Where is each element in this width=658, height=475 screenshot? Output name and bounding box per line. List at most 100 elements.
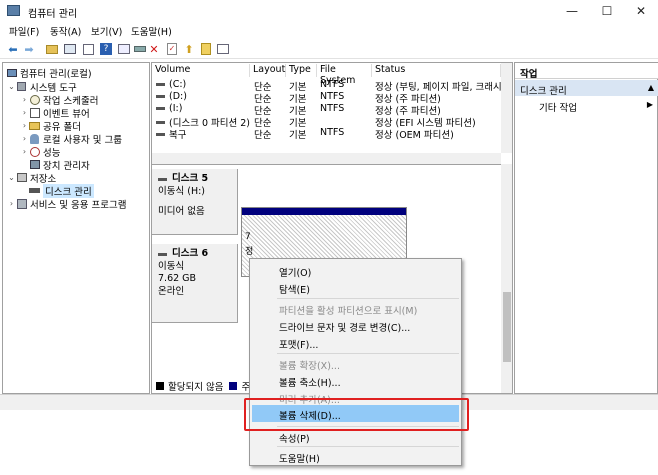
column-header-status[interactable]: Status (372, 64, 501, 77)
table-row[interactable]: 복구 단순 기본 NTFS 정상 (OEM 파티션) (152, 127, 501, 141)
navigation-tree: 컴퓨터 관리(로컬) ⌄ 시스템 도구 › 작업 스케줄러 › 이벤트 뷰어 ›… (2, 62, 150, 394)
minimize-button[interactable]: — (558, 2, 586, 20)
tree-item-local-users[interactable]: › 로컬 사용자 및 그룹 (20, 132, 122, 146)
horizontal-scrollbar[interactable] (152, 153, 501, 164)
menu-help[interactable]: 도움말(H) (131, 24, 172, 38)
legend: 할당되지 않음 주 (156, 379, 250, 393)
properties-icon[interactable] (81, 42, 95, 56)
table-row[interactable]: (D:) 단순 기본 NTFS 정상 (주 파티션) (152, 91, 501, 105)
tree-item-storage[interactable]: ⌄ 저장소 (7, 171, 56, 185)
column-header-file-system[interactable]: File System (317, 64, 372, 86)
connect-icon[interactable] (133, 42, 147, 56)
performance-icon (29, 146, 40, 157)
users-icon (29, 133, 40, 144)
maximize-button[interactable]: ☐ (593, 2, 621, 20)
tree-item-shared-folders[interactable]: › 공유 폴더 (20, 119, 81, 133)
expand-icon[interactable]: ⌄ (7, 173, 16, 182)
tools-icon (16, 81, 27, 92)
primary-partition-bar (242, 208, 406, 215)
close-button[interactable]: ✕ (627, 2, 655, 20)
disk-icon (158, 177, 167, 181)
table-row[interactable]: (C:) 단순 기본 NTFS 정상 (부팅, 페이지 파일, 크래시 덤 (152, 79, 512, 93)
wizard-icon[interactable] (199, 42, 213, 56)
menu-separator (277, 446, 459, 447)
menu-item-mark-active: 파티션을 활성 파티션으로 표시(M) (279, 306, 418, 317)
help-icon[interactable]: ? (99, 42, 113, 56)
volume-list-scrollbar[interactable] (501, 63, 512, 153)
disk-5-label[interactable]: 디스크 5 이동식 (H:) 미디어 없음 (152, 169, 238, 235)
annotation-highlight-box (244, 398, 469, 431)
drive-icon (156, 95, 165, 98)
show-tree-icon[interactable] (63, 42, 77, 56)
menu-item-help[interactable]: 도움말(H) (252, 448, 459, 465)
tree-item-services-apps[interactable]: › 서비스 및 응용 프로그램 (7, 197, 126, 211)
table-row[interactable]: (디스크 0 파티션 2) 단순 기본 정상 (EFI 시스템 파티션) (152, 115, 501, 129)
menu-item-change-drive-letter[interactable]: 드라이브 문자 및 경로 변경(C)... (252, 317, 459, 334)
expand-icon[interactable]: › (20, 95, 29, 104)
volume-list: Volume Layout Type File System Status (C… (152, 63, 512, 153)
column-header-volume[interactable]: Volume (152, 64, 250, 77)
export-icon[interactable]: ⬆ (182, 42, 196, 56)
column-header-type[interactable]: Type (286, 64, 317, 77)
menu-item-format[interactable]: 포맷(F)... (252, 334, 459, 351)
actions-section-disk-management[interactable]: 디스크 관리 ▲ (515, 80, 658, 97)
toolbar: ⬅ ➡ ? ✕ ✓ ⬆ (0, 39, 658, 59)
device-manager-icon (29, 159, 40, 170)
storage-icon (16, 172, 27, 183)
shared-folder-icon (29, 120, 40, 131)
actions-pane: 작업 디스크 관리 ▲ 기타 작업 ▶ (514, 62, 658, 394)
disk-icon (158, 252, 167, 256)
tree-item-event-viewer[interactable]: › 이벤트 뷰어 (20, 106, 90, 120)
drive-icon (156, 83, 165, 86)
disk-6-label[interactable]: 디스크 6 이동식 7.62 GB 온라인 (152, 244, 238, 323)
tree-item-disk-management[interactable]: 디스크 관리 (20, 183, 94, 198)
menu-item-shrink-volume[interactable]: 볼륨 축소(H)... (252, 372, 459, 389)
menu-file[interactable]: 파일(F) (9, 24, 39, 38)
column-header-layout[interactable]: Layout (250, 64, 286, 77)
tree-item-root[interactable]: 컴퓨터 관리(로컬) (6, 66, 92, 80)
menu-separator (277, 353, 459, 354)
disk-management-icon (29, 185, 40, 196)
expand-icon[interactable]: › (20, 147, 29, 156)
menu-item-explore[interactable]: 탐색(E) (252, 279, 459, 296)
computer-icon (6, 67, 17, 78)
delete-icon[interactable]: ✕ (147, 42, 161, 56)
table-row[interactable]: (I:) 단순 기본 NTFS 정상 (주 파티션) (152, 103, 501, 117)
context-menu: 열기(O) 탐색(E) 파티션을 활성 파티션으로 표시(M) 드라이브 문자 … (249, 258, 462, 466)
forward-arrow-icon[interactable]: ➡ (22, 42, 36, 56)
menu-separator (277, 298, 459, 299)
tree-item-task-scheduler[interactable]: › 작업 스케줄러 (20, 93, 98, 107)
menu-action[interactable]: 동작(A) (50, 24, 81, 38)
back-arrow-icon[interactable]: ⬅ (6, 42, 20, 56)
menu-item-open[interactable]: 열기(O) (252, 262, 459, 279)
collapse-up-icon[interactable]: ▲ (648, 83, 654, 92)
unallocated-swatch (156, 382, 164, 390)
expand-icon[interactable]: › (20, 134, 29, 143)
title-bar: 컴퓨터 관리 — ☐ ✕ (0, 0, 658, 22)
menu-view[interactable]: 보기(V) (91, 24, 122, 38)
tree-item-performance[interactable]: › 성능 (20, 145, 60, 159)
more-actions-item[interactable]: 기타 작업 ▶ (515, 99, 658, 114)
disk-view-scrollbar[interactable] (501, 164, 512, 393)
expand-icon[interactable]: ⌄ (7, 82, 16, 91)
services-icon (16, 198, 27, 209)
expand-icon[interactable]: › (7, 199, 16, 208)
scrollbar-thumb[interactable] (503, 292, 511, 362)
tree-item-system-tools[interactable]: ⌄ 시스템 도구 (7, 80, 77, 94)
expand-icon[interactable]: › (20, 121, 29, 130)
computer-management-icon (7, 5, 20, 16)
submenu-arrow-icon: ▶ (646, 100, 653, 109)
event-log-icon (29, 107, 40, 118)
up-folder-icon[interactable] (45, 42, 59, 56)
checklist-icon[interactable]: ✓ (165, 42, 179, 56)
menu-item-extend-volume: 볼륨 확장(X)... (279, 361, 340, 372)
expand-icon[interactable]: › (20, 108, 29, 117)
menu-bar: 파일(F) 동작(A) 보기(V) 도움말(H) (0, 22, 658, 39)
primary-swatch (229, 382, 238, 390)
drive-icon (156, 107, 165, 110)
console-icon[interactable] (216, 42, 230, 56)
tree-item-device-manager[interactable]: 장치 관리자 (20, 158, 90, 172)
drive-icon (156, 132, 165, 136)
view-icon[interactable] (117, 42, 131, 56)
clock-icon (29, 94, 40, 105)
